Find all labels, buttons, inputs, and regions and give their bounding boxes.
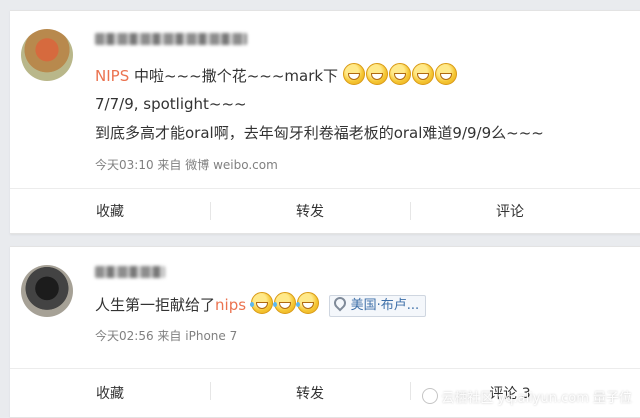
watermark-text: 云栖社区 yq.aliyun.com 量子位 — [441, 391, 632, 406]
location-tag[interactable]: 美国·布卢... — [328, 294, 427, 317]
action-bar: 收藏 转发 评论 — [10, 188, 640, 233]
post-meta: 今天03:10 来自 微博 weibo.com — [95, 156, 278, 173]
mention-link[interactable]: nips — [215, 296, 246, 314]
username-blurred[interactable] — [95, 266, 165, 278]
post-time[interactable]: 今天02:56 — [95, 329, 154, 343]
shock-emoji — [388, 63, 411, 85]
post-content-line-1: NIPS 中啦~~~撒个花~~~mark下 — [95, 63, 458, 87]
qbitai-logo-icon — [422, 388, 439, 404]
post-source[interactable]: 微博 weibo.com — [185, 158, 278, 172]
from-label: 来自 — [157, 158, 182, 172]
laugh-tears-emoji — [272, 292, 296, 314]
post-time[interactable]: 今天03:10 — [95, 158, 154, 172]
location-pin-icon — [331, 294, 349, 312]
favorite-button[interactable]: 收藏 — [10, 369, 210, 417]
laugh-tears-emoji — [249, 292, 273, 314]
comment-button[interactable]: 评论 — [410, 189, 610, 233]
laugh-tears-emoji — [295, 292, 319, 314]
user-avatar[interactable] — [21, 265, 73, 317]
repost-button[interactable]: 转发 — [210, 189, 410, 233]
smile-emoji — [434, 63, 457, 85]
user-avatar[interactable] — [21, 29, 73, 81]
grin-emoji — [411, 63, 434, 85]
post-content-line-3: 到底多高才能oral啊，去年匈牙利卷福老板的oral难道9/9/9么~~~ — [95, 124, 544, 142]
from-label: 来自 — [157, 329, 182, 343]
grin-emoji — [342, 63, 365, 85]
post-content-line-1: 人生第一拒献给了nips 美国·布卢... — [95, 292, 427, 317]
username-blurred[interactable] — [95, 33, 247, 45]
mention-link[interactable]: NIPS — [95, 67, 129, 85]
post-source[interactable]: iPhone 7 — [185, 329, 237, 343]
grin-emoji — [365, 63, 388, 85]
weibo-post-card-1: NIPS 中啦~~~撒个花~~~mark下 7/7/9, spotlight~~… — [10, 10, 640, 234]
post-content-line-2: 7/7/9, spotlight~~~ — [95, 95, 247, 113]
repost-button[interactable]: 转发 — [210, 369, 410, 417]
post-text: 中啦~~~撒个花~~~mark下 — [129, 67, 339, 85]
watermark: 云栖社区 yq.aliyun.com 量子位 — [422, 387, 632, 406]
post-meta: 今天02:56 来自 iPhone 7 — [95, 327, 237, 344]
favorite-button[interactable]: 收藏 — [10, 189, 210, 233]
post-text: 人生第一拒献给了 — [95, 296, 216, 314]
location-name: 美国·布卢... — [350, 298, 420, 313]
